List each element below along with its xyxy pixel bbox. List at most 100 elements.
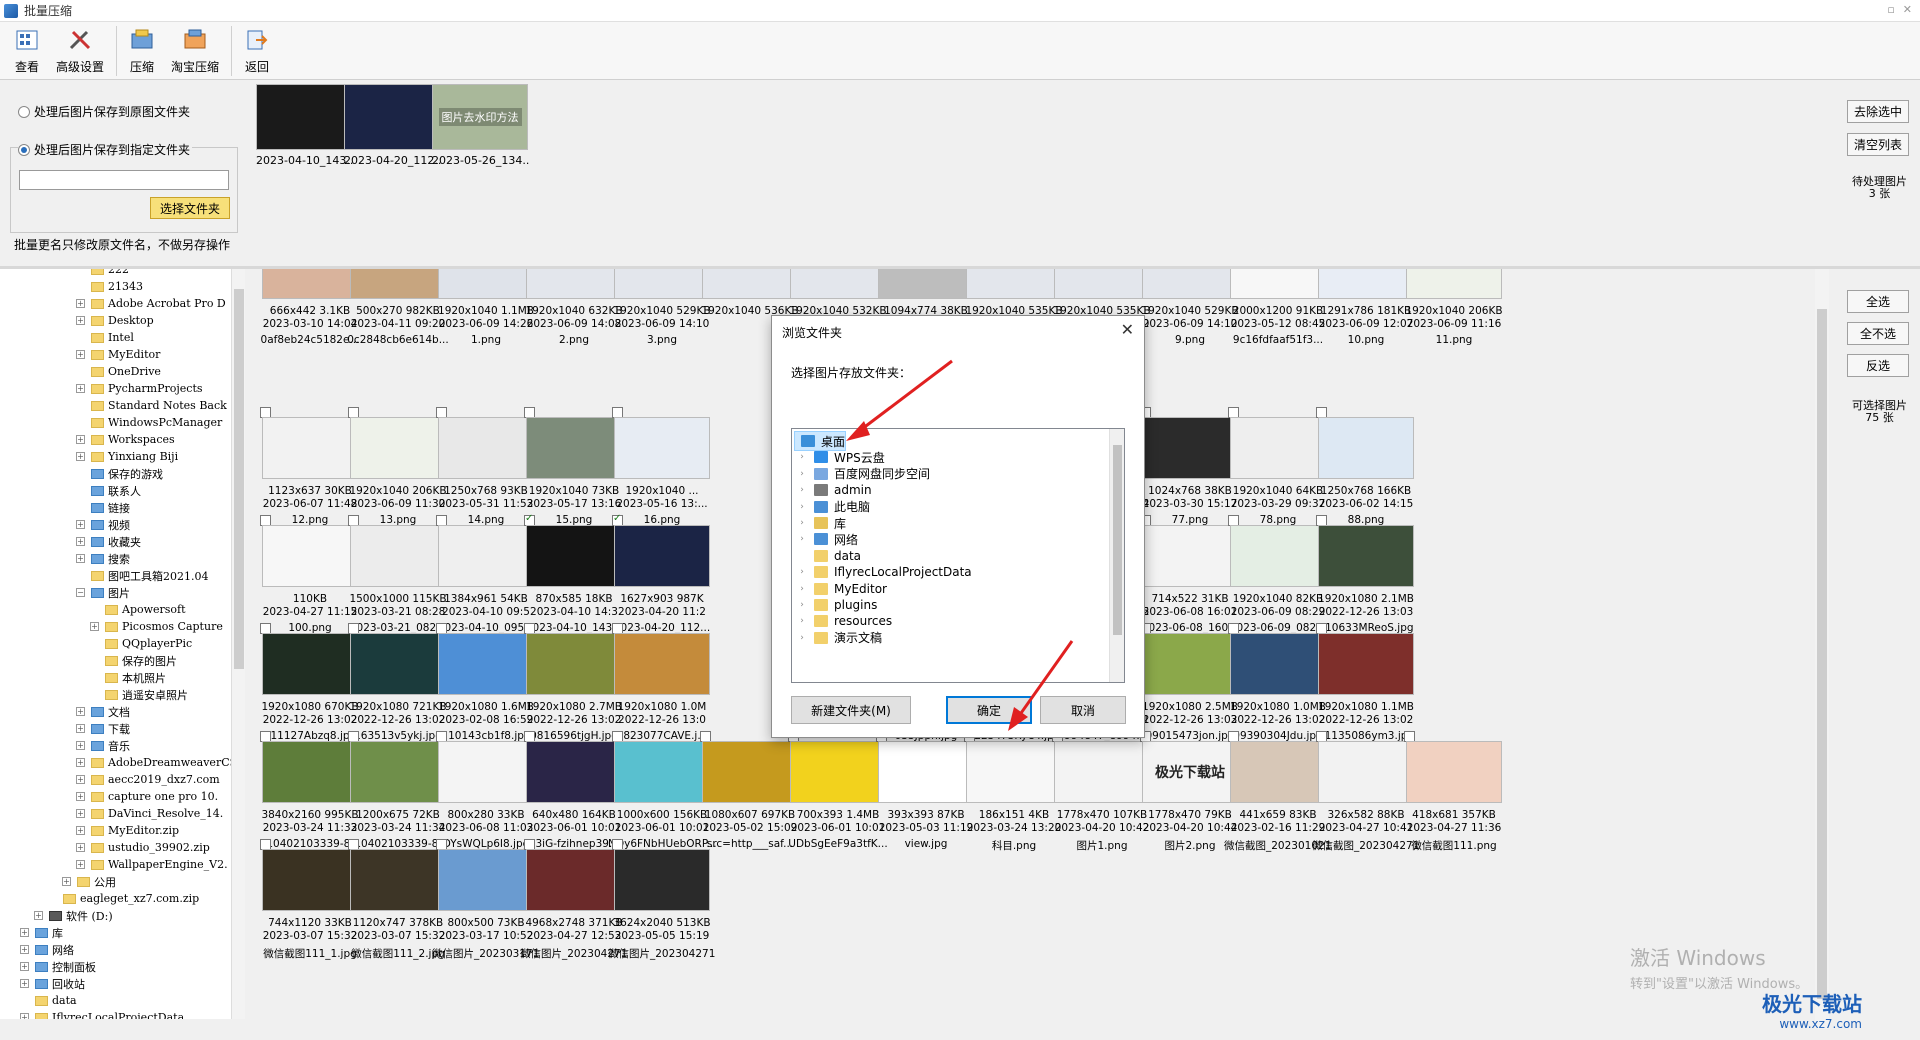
tree-item[interactable]: + 公用 xyxy=(62,873,116,890)
expand-toggle-icon[interactable]: + xyxy=(76,520,85,529)
tree-item[interactable]: + Workspaces xyxy=(76,431,175,448)
folder-tree[interactable]: 222 21343 + Adobe Acrobat Pro D + Desktop Inte… xyxy=(0,269,245,1019)
remove-selected-button[interactable]: 去除选中 xyxy=(1847,100,1909,123)
image-tile[interactable]: 2000x1200 91KB 2023-05-12 08:45 9c16fdfaaf… xyxy=(1224,269,1326,355)
image-tile[interactable]: 1778x470 107KB 2023-04-20 10:42 图片1.png xyxy=(1048,731,1150,859)
save-to-original-option[interactable]: 处理后图片保存到原图文件夹 xyxy=(18,103,190,120)
save-to-folder-option[interactable]: 处理后图片保存到指定文件夹 xyxy=(18,141,193,158)
image-thumbnail[interactable] xyxy=(1318,633,1414,695)
tree-item[interactable]: + Yinxiang Biji xyxy=(76,448,178,465)
pending-image[interactable]: 2023-04-10_143... xyxy=(256,84,354,167)
expand-toggle-icon[interactable]: + xyxy=(76,826,85,835)
expand-toggle-icon[interactable]: + xyxy=(76,741,85,750)
expand-toggle-icon[interactable]: + xyxy=(76,724,85,733)
image-thumbnail[interactable] xyxy=(1318,417,1414,479)
tree-item[interactable]: 链接 xyxy=(76,499,130,516)
chevron-right-icon[interactable]: › xyxy=(796,518,808,528)
tree-item[interactable]: + 软件 (D:) xyxy=(34,907,113,924)
tree-item[interactable]: OneDrive xyxy=(76,363,161,380)
expand-toggle-icon[interactable]: + xyxy=(90,622,99,631)
tree-item[interactable]: − 图片 xyxy=(76,584,130,601)
tree-item[interactable]: + aecc2019_dxz7.com xyxy=(76,771,220,788)
expand-toggle-icon[interactable]: + xyxy=(62,877,71,886)
image-tile[interactable]: 800x500 73KB 2023-03-17 10:52 微信图片_2023031… xyxy=(432,839,540,967)
chevron-right-icon[interactable]: › xyxy=(796,452,808,462)
tree-scrollbar[interactable] xyxy=(231,269,245,1019)
image-tile[interactable]: 418x681 357KB 2023-04-27 11:36 微信截图111.png xyxy=(1400,731,1502,859)
tree-item[interactable]: + WallpaperEngine_V2. xyxy=(76,856,228,873)
image-tile[interactable]: 500x270 982KB 2023-04-11 09:20 0c2848cb6e6… xyxy=(344,269,449,355)
expand-toggle-icon[interactable]: + xyxy=(76,843,85,852)
expand-toggle-icon[interactable]: + xyxy=(76,809,85,818)
invert-selection-button[interactable]: 反选 xyxy=(1847,354,1909,377)
expand-toggle-icon[interactable]: + xyxy=(76,707,85,716)
tree-item[interactable]: 21343 xyxy=(76,278,143,295)
tree-item[interactable]: 本机照片 xyxy=(90,669,166,686)
scrollbar-thumb[interactable] xyxy=(1113,445,1122,635)
select-none-button[interactable]: 全不选 xyxy=(1847,322,1909,345)
tree-item[interactable]: Standard Notes Back xyxy=(76,397,227,414)
dialog-scrollbar[interactable] xyxy=(1109,429,1124,682)
expand-toggle-icon[interactable]: + xyxy=(76,758,85,767)
tree-item[interactable]: + IflyrecLocalProjectData xyxy=(20,1009,184,1019)
image-tile[interactable]: 3624x2040 513KB 2023-05-05 15:19 微信图片_2023… xyxy=(608,839,716,967)
chevron-right-icon[interactable]: › xyxy=(796,584,808,594)
dialog-folder-item[interactable]: › 演示文稿 xyxy=(796,628,882,648)
image-thumbnail[interactable] xyxy=(1318,525,1414,587)
folder-path-input[interactable] xyxy=(19,170,229,190)
tree-item[interactable]: eagleget_xz7.com.zip xyxy=(48,890,199,907)
tree-item[interactable]: + DaVinci_Resolve_14. xyxy=(76,805,223,822)
expand-toggle-icon[interactable]: + xyxy=(76,435,85,444)
scrollbar-thumb[interactable] xyxy=(1817,309,1827,999)
image-tile[interactable]: 1920x1040 632KB 2023-06-09 14:08 2.png xyxy=(520,269,623,355)
expand-toggle-icon[interactable]: + xyxy=(34,911,43,920)
view-button[interactable]: 查看 xyxy=(6,22,48,78)
tree-item[interactable]: + PycharmProjects xyxy=(76,380,203,397)
back-button[interactable]: 返回 xyxy=(236,22,278,78)
expand-toggle-icon[interactable]: + xyxy=(76,350,85,359)
chevron-right-icon[interactable]: › xyxy=(796,534,808,544)
image-thumbnail[interactable] xyxy=(614,633,710,695)
image-thumbnail[interactable] xyxy=(614,417,710,479)
tree-item[interactable]: 图吧工具箱2021.04 xyxy=(76,567,209,584)
expand-toggle-icon[interactable]: + xyxy=(76,775,85,784)
close-window-icon[interactable]: ✕ xyxy=(1903,3,1912,16)
tree-item[interactable]: + 搜索 xyxy=(76,550,130,567)
expand-toggle-icon[interactable]: + xyxy=(76,384,85,393)
expand-toggle-icon[interactable]: + xyxy=(76,860,85,869)
expand-toggle-icon[interactable]: + xyxy=(20,962,29,971)
tree-item[interactable]: + 控制面板 xyxy=(20,958,96,975)
tree-item[interactable]: WindowsPcManager xyxy=(76,414,222,431)
tree-item[interactable]: + Picosmos Capture xyxy=(90,618,223,635)
expand-toggle-icon[interactable]: + xyxy=(76,792,85,801)
tree-item[interactable]: Intel xyxy=(76,329,134,346)
tree-item[interactable]: + MyEditor xyxy=(76,346,160,363)
select-all-button[interactable]: 全选 xyxy=(1847,290,1909,313)
expand-toggle-icon[interactable]: − xyxy=(76,588,85,597)
tree-item[interactable]: + AdobeDreamweaverCS6 xyxy=(76,754,244,771)
image-tile[interactable]: 1920x1040 529KB 2023-06-09 14:10 3.png xyxy=(608,269,711,355)
image-tile[interactable]: 666x442 3.1KB 2023-03-10 14:04 0af8eb24c51… xyxy=(256,269,359,355)
expand-toggle-icon[interactable]: + xyxy=(20,945,29,954)
expand-toggle-icon[interactable]: + xyxy=(20,979,29,988)
image-tile[interactable]: 1120x747 378KB 2023-03-07 15:32 微信截图111_2.… xyxy=(344,839,446,967)
tree-item[interactable]: + MyEditor.zip xyxy=(76,822,179,839)
expand-toggle-icon[interactable]: + xyxy=(20,928,29,937)
minimize-icon[interactable]: ▫ xyxy=(1887,3,1894,16)
image-thumbnail[interactable] xyxy=(1406,269,1502,299)
image-tile[interactable]: 1920x1040 1.1MB 2023-06-09 14:26 1.png xyxy=(432,269,534,355)
scrollbar-thumb[interactable] xyxy=(234,289,244,669)
expand-toggle-icon[interactable]: + xyxy=(20,1013,29,1019)
chevron-right-icon[interactable]: › xyxy=(796,616,808,626)
grid-scrollbar[interactable] xyxy=(1815,269,1829,1029)
image-tile[interactable]: 441x659 83KB 2023-02-16 11:29 微信截图_2023010… xyxy=(1224,731,1332,859)
tree-item[interactable]: QQplayerPic xyxy=(90,635,192,652)
image-tile[interactable]: 1920x1040 529KB 2023-06-09 14:10 9.png xyxy=(1136,269,1239,355)
radio-button-selected[interactable] xyxy=(18,143,30,156)
close-icon[interactable]: ✕ xyxy=(1121,320,1134,339)
tree-item[interactable]: 222 xyxy=(76,269,129,278)
chevron-right-icon[interactable]: › xyxy=(796,567,808,577)
tree-item[interactable]: data xyxy=(20,992,77,1009)
image-tile[interactable]: 1920x1040 206KB 2023-06-09 11:16 11.png xyxy=(1400,269,1503,355)
tree-item[interactable]: + 音乐 xyxy=(76,737,130,754)
